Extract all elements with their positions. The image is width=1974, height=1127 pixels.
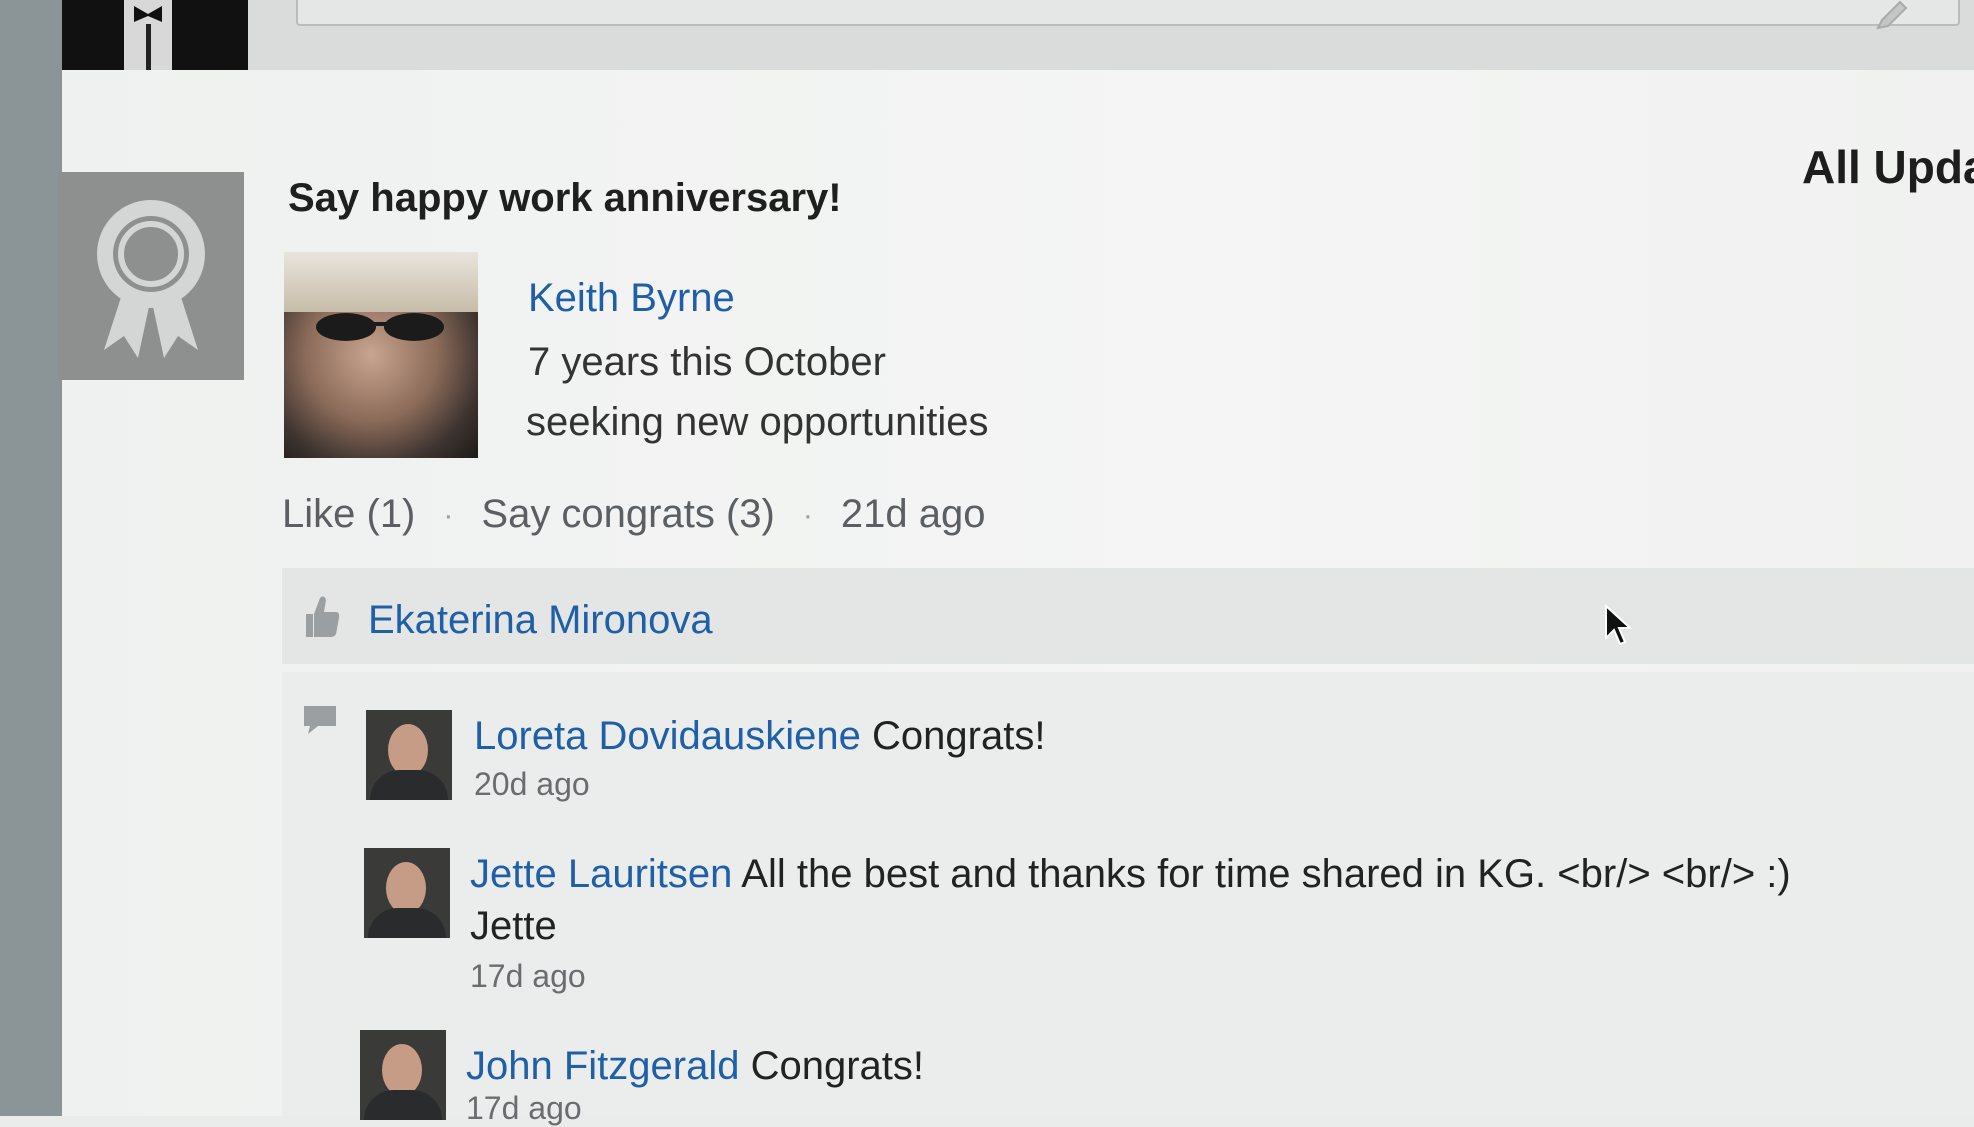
like-link[interactable]: Like (1)	[282, 492, 415, 537]
anniversary-badge	[58, 172, 244, 380]
avatar-body	[368, 908, 446, 938]
separator-dot: ·	[802, 499, 813, 533]
feed-filter-heading[interactable]: All Upda	[1802, 140, 1974, 194]
comment-text-line2: Jette	[470, 904, 557, 948]
commenter-name-link[interactable]: John Fitzgerald	[466, 1044, 739, 1088]
comment-time[interactable]: 17d ago	[470, 958, 586, 995]
commenter-avatar[interactable]	[364, 848, 450, 938]
avatar-face	[388, 724, 428, 776]
avatar-image	[62, 0, 248, 70]
commenter-name-link[interactable]: Jette Lauritsen	[470, 852, 732, 896]
mouse-cursor-icon	[1605, 604, 1633, 646]
post-time[interactable]: 21d ago	[841, 492, 986, 537]
person-headline: seeking new opportunities	[526, 400, 989, 444]
comment-bubble-icon	[304, 706, 336, 734]
comment-text: Congrats!	[872, 714, 1046, 758]
commenter-avatar[interactable]	[360, 1030, 446, 1120]
comment-line: John Fitzgerald Congrats!	[466, 1044, 924, 1089]
thumbs-up-icon	[306, 596, 340, 637]
profile-photo[interactable]	[284, 252, 478, 458]
commenter-avatar[interactable]	[366, 710, 452, 800]
current-user-avatar[interactable]	[62, 0, 248, 70]
avatar-body	[370, 770, 448, 800]
sunglasses-shape	[316, 313, 444, 341]
left-sidebar-strip	[0, 0, 62, 1116]
photo-hair	[284, 252, 478, 312]
comment-time[interactable]: 17d ago	[466, 1090, 582, 1127]
comment-text: All the best and thanks for time shared …	[741, 852, 1791, 896]
separator-dot: ·	[443, 499, 454, 533]
card-title: Say happy work anniversary!	[288, 176, 842, 220]
comment-line: Jette Lauritsen All the best and thanks …	[470, 852, 1791, 897]
anniversary-years: 7 years this October	[528, 340, 886, 384]
avatar-face	[382, 1044, 422, 1096]
comment-text: Congrats!	[750, 1044, 925, 1088]
person-name-link[interactable]: Keith Byrne	[528, 276, 735, 321]
avatar-face	[386, 862, 426, 914]
award-ribbon-icon	[97, 200, 205, 358]
liker-name-link[interactable]: Ekaterina Mironova	[368, 598, 713, 643]
share-update-input[interactable]	[296, 0, 1960, 26]
comment-line: Loreta Dovidauskiene Congrats!	[474, 714, 1045, 759]
pencil-icon[interactable]	[1874, 0, 1908, 34]
comment-time[interactable]: 20d ago	[474, 766, 590, 803]
say-congrats-link[interactable]: Say congrats (3)	[481, 492, 774, 537]
action-row: Like (1) · Say congrats (3) · 21d ago	[282, 492, 985, 537]
commenter-name-link[interactable]: Loreta Dovidauskiene	[474, 714, 861, 758]
